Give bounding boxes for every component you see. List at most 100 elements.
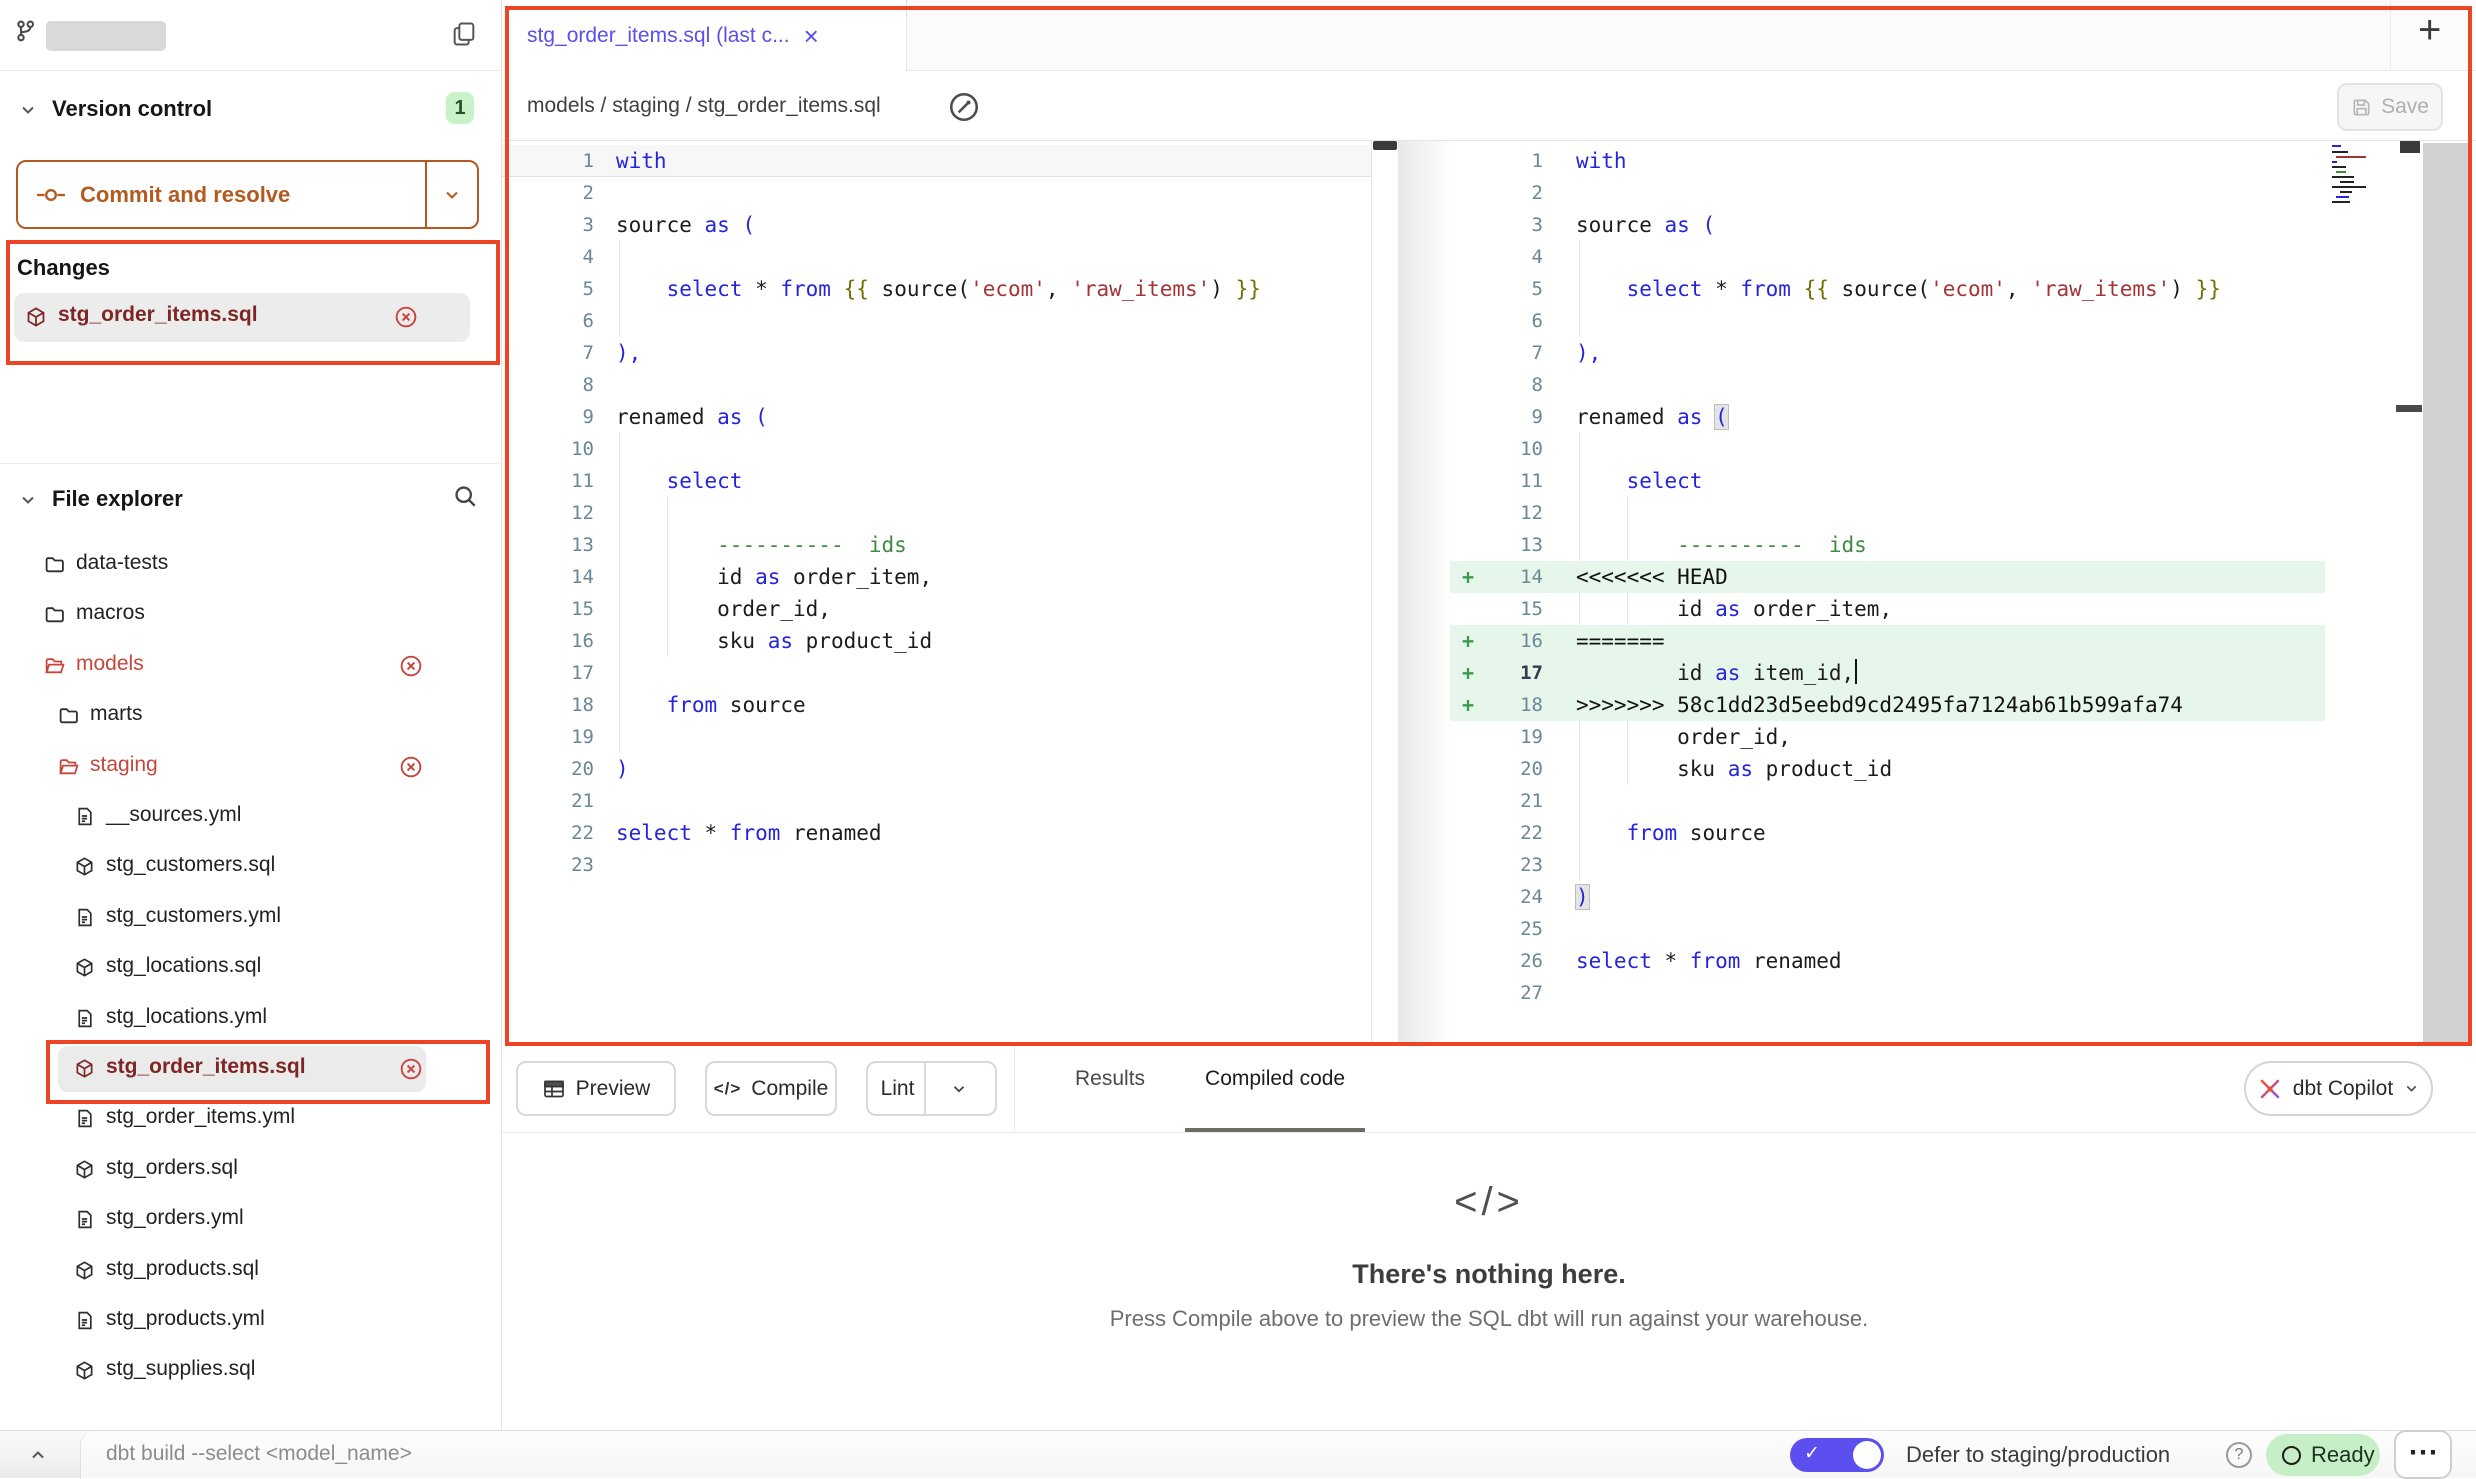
code-line-2[interactable]: 2 [1450, 177, 2395, 209]
code-line-13[interactable]: 13 ---------- ids [502, 529, 1371, 561]
code-line-17[interactable]: 17 [502, 657, 1371, 689]
file-explorer-item-marts[interactable]: marts [0, 693, 502, 739]
tab-close-icon[interactable]: × [804, 26, 819, 46]
file-explorer-item-stg-supplies-sql[interactable]: stg_supplies.sql [0, 1348, 502, 1394]
code-line-6[interactable]: 6 [1450, 305, 2395, 337]
chevron-down-icon[interactable] [18, 490, 38, 510]
file-explorer-item-stg-order-items-sql[interactable]: stg_order_items.sql [0, 1046, 502, 1092]
copy-files-icon[interactable] [450, 19, 478, 49]
code-line-23[interactable]: 23 [1450, 849, 2395, 881]
dbt-copilot-button[interactable]: dbt Copilot [2244, 1061, 2433, 1116]
editor-tab-stg-order-items[interactable]: stg_order_items.sql (last c... × [502, 0, 907, 71]
file-explorer-item-stg-locations-yml[interactable]: stg_locations.yml [0, 996, 502, 1042]
chevron-up-icon[interactable] [28, 1445, 48, 1465]
code-line-1[interactable]: 1with [502, 145, 1371, 177]
code-line-19[interactable]: 19 order_id, [1450, 721, 2395, 753]
code-line-16[interactable]: 16 sku as product_id [502, 625, 1371, 657]
save-button[interactable]: Save [2337, 83, 2443, 131]
code-line-10[interactable]: 10 [1450, 433, 2395, 465]
git-branch-icon[interactable] [14, 18, 42, 48]
code-line-11[interactable]: 11 select [502, 465, 1371, 497]
code-line-15[interactable]: 15 id as order_item, [1450, 593, 2395, 625]
code-line-18[interactable]: +18>>>>>>> 58c1dd23d5eebd9cd2495fa7124ab… [1450, 689, 2325, 721]
commit-and-resolve-button[interactable]: Commit and resolve [16, 160, 479, 229]
code-line-24[interactable]: 24) [1450, 881, 2395, 913]
help-icon[interactable]: ? [2226, 1442, 2252, 1468]
tab-results[interactable]: Results [1055, 1046, 1165, 1133]
file-explorer-item-models[interactable]: models [0, 643, 502, 689]
left-scrollbar-thumb[interactable] [1373, 141, 1397, 150]
code-line-22[interactable]: 22 from source [1450, 817, 2395, 849]
file-explorer-item-stg-products-sql[interactable]: stg_products.sql [0, 1248, 502, 1294]
file-explorer-item-stg-customers-yml[interactable]: stg_customers.yml [0, 895, 502, 941]
code-line-25[interactable]: 25 [1450, 913, 2395, 945]
file-explorer-item-stg-locations-sql[interactable]: stg_locations.sql [0, 945, 502, 991]
code-line-20[interactable]: 20 sku as product_id [1450, 753, 2395, 785]
file-explorer-item-stg-products-yml[interactable]: stg_products.yml [0, 1298, 502, 1344]
commit-dropdown-button[interactable] [425, 162, 477, 227]
code-line-14[interactable]: +14<<<<<<< HEAD [1450, 561, 2325, 593]
more-options-button[interactable]: ⋯ [2394, 1430, 2452, 1479]
code-line-5[interactable]: 5 select * from {{ source('ecom', 'raw_i… [502, 273, 1371, 305]
code-line-11[interactable]: 11 select [1450, 465, 2395, 497]
code-line-12[interactable]: 12 [1450, 497, 2395, 529]
code-line-7[interactable]: 7), [1450, 337, 2395, 369]
code-line-17[interactable]: +17 id as item_id, [1450, 657, 2325, 689]
file-explorer-item-sources-yml[interactable]: __sources.yml [0, 794, 502, 840]
code-line-22[interactable]: 22select * from renamed [502, 817, 1371, 849]
code-line-8[interactable]: 8 [502, 369, 1371, 401]
file-explorer-item-staging[interactable]: staging [0, 744, 502, 790]
code-line-4[interactable]: 4 [1450, 241, 2395, 273]
command-input-placeholder[interactable]: dbt build --select <model_name> [106, 1431, 412, 1477]
code-line-14[interactable]: 14 id as order_item, [502, 561, 1371, 593]
code-line-5[interactable]: 5 select * from {{ source('ecom', 'raw_i… [1450, 273, 2395, 305]
pane-divider[interactable] [1371, 141, 1372, 1046]
code-line-8[interactable]: 8 [1450, 369, 2395, 401]
discard-change-icon[interactable] [395, 306, 417, 328]
code-line-1[interactable]: 1with [1450, 145, 2395, 177]
minimap-scrollbar-track[interactable] [2423, 143, 2472, 1045]
right-scrollbar-thumb[interactable] [2400, 141, 2420, 153]
code-line-3[interactable]: 3source as ( [502, 209, 1371, 241]
lint-dropdown-button[interactable] [936, 1080, 982, 1098]
compile-button[interactable]: </>Compile [705, 1061, 837, 1116]
code-line-7[interactable]: 7), [502, 337, 1371, 369]
file-explorer-item-data-tests[interactable]: data-tests [0, 542, 502, 588]
lint-button[interactable]: Lint [866, 1061, 997, 1116]
code-line-9[interactable]: 9renamed as ( [502, 401, 1371, 433]
code-line-21[interactable]: 21 [1450, 785, 2395, 817]
code-line-27[interactable]: 27 [1450, 977, 2395, 1009]
minimap[interactable] [2330, 143, 2396, 205]
changed-file-stg-order-items-sql[interactable]: stg_order_items.sql [14, 293, 470, 342]
code-line-3[interactable]: 3source as ( [1450, 209, 2395, 241]
new-tab-button[interactable]: + [2418, 8, 2441, 53]
file-explorer-item-stg-orders-sql[interactable]: stg_orders.sql [0, 1147, 502, 1193]
code-line-16[interactable]: +16======= [1450, 625, 2325, 657]
code-line-19[interactable]: 19 [502, 721, 1371, 753]
code-line-4[interactable]: 4 [502, 241, 1371, 273]
discard-change-icon[interactable] [400, 1058, 422, 1080]
code-line-10[interactable]: 10 [502, 433, 1371, 465]
tab-compiled-code[interactable]: Compiled code [1185, 1046, 1365, 1133]
file-explorer-item-macros[interactable]: macros [0, 592, 502, 638]
code-line-2[interactable]: 2 [502, 177, 1371, 209]
discard-change-icon[interactable] [400, 756, 422, 778]
file-explorer-item-stg-orders-yml[interactable]: stg_orders.yml [0, 1197, 502, 1243]
compass-icon[interactable] [947, 90, 981, 124]
file-explorer-item-stg-customers-sql[interactable]: stg_customers.sql [0, 844, 502, 890]
file-explorer-item-stg-order-items-yml[interactable]: stg_order_items.yml [0, 1096, 502, 1142]
code-line-13[interactable]: 13 ---------- ids [1450, 529, 2395, 561]
code-line-21[interactable]: 21 [502, 785, 1371, 817]
code-line-23[interactable]: 23 [502, 849, 1371, 881]
code-line-20[interactable]: 20) [502, 753, 1371, 785]
chevron-down-icon[interactable] [18, 100, 38, 120]
code-line-18[interactable]: 18 from source [502, 689, 1371, 721]
code-line-6[interactable]: 6 [502, 305, 1371, 337]
preview-button[interactable]: Preview [516, 1061, 676, 1116]
code-line-12[interactable]: 12 [502, 497, 1371, 529]
discard-change-icon[interactable] [400, 655, 422, 677]
code-line-9[interactable]: 9renamed as ( [1450, 401, 2395, 433]
defer-toggle[interactable]: ✓ [1790, 1438, 1884, 1472]
search-icon[interactable] [452, 483, 478, 509]
code-line-26[interactable]: 26select * from renamed [1450, 945, 2395, 977]
